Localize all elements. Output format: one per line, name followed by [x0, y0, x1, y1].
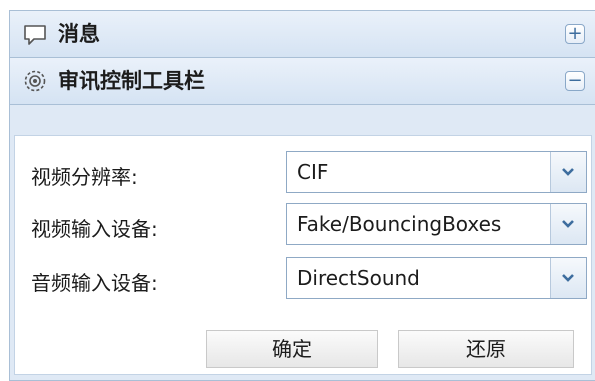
interrogation-toolbar-header[interactable]: 审讯控制工具栏 −	[10, 58, 595, 105]
reset-button[interactable]: 还原	[398, 330, 574, 368]
gear-icon	[24, 70, 46, 92]
messages-section-title: 消息	[58, 22, 100, 46]
video-resolution-select[interactable]: CIF	[286, 151, 587, 193]
chevron-down-icon[interactable]	[550, 204, 586, 244]
video-input-device-select[interactable]: Fake/BouncingBoxes	[286, 203, 587, 245]
messages-section-header[interactable]: 消息 +	[10, 11, 595, 58]
video-input-device-label: 视频输入设备:	[31, 217, 158, 241]
confirm-button[interactable]: 确定	[206, 330, 378, 368]
video-resolution-value: CIF	[297, 160, 329, 184]
interrogation-toolbar-title: 审讯控制工具栏	[58, 69, 205, 93]
video-input-device-value: Fake/BouncingBoxes	[297, 212, 502, 236]
control-panel: 消息 + 审讯控制工具栏 − 视频分辨率: CIF 视频输入设备: Fake/B…	[9, 10, 595, 381]
video-resolution-label: 视频分辨率:	[31, 165, 138, 189]
chevron-down-icon[interactable]	[550, 152, 586, 192]
audio-input-device-label: 音频输入设备:	[31, 271, 158, 295]
chevron-down-icon[interactable]	[550, 258, 586, 298]
audio-input-device-select[interactable]: DirectSound	[286, 257, 587, 299]
collapse-button[interactable]: −	[565, 71, 585, 91]
expand-button[interactable]: +	[565, 24, 585, 44]
audio-input-device-value: DirectSound	[297, 266, 420, 290]
message-icon	[24, 25, 46, 45]
